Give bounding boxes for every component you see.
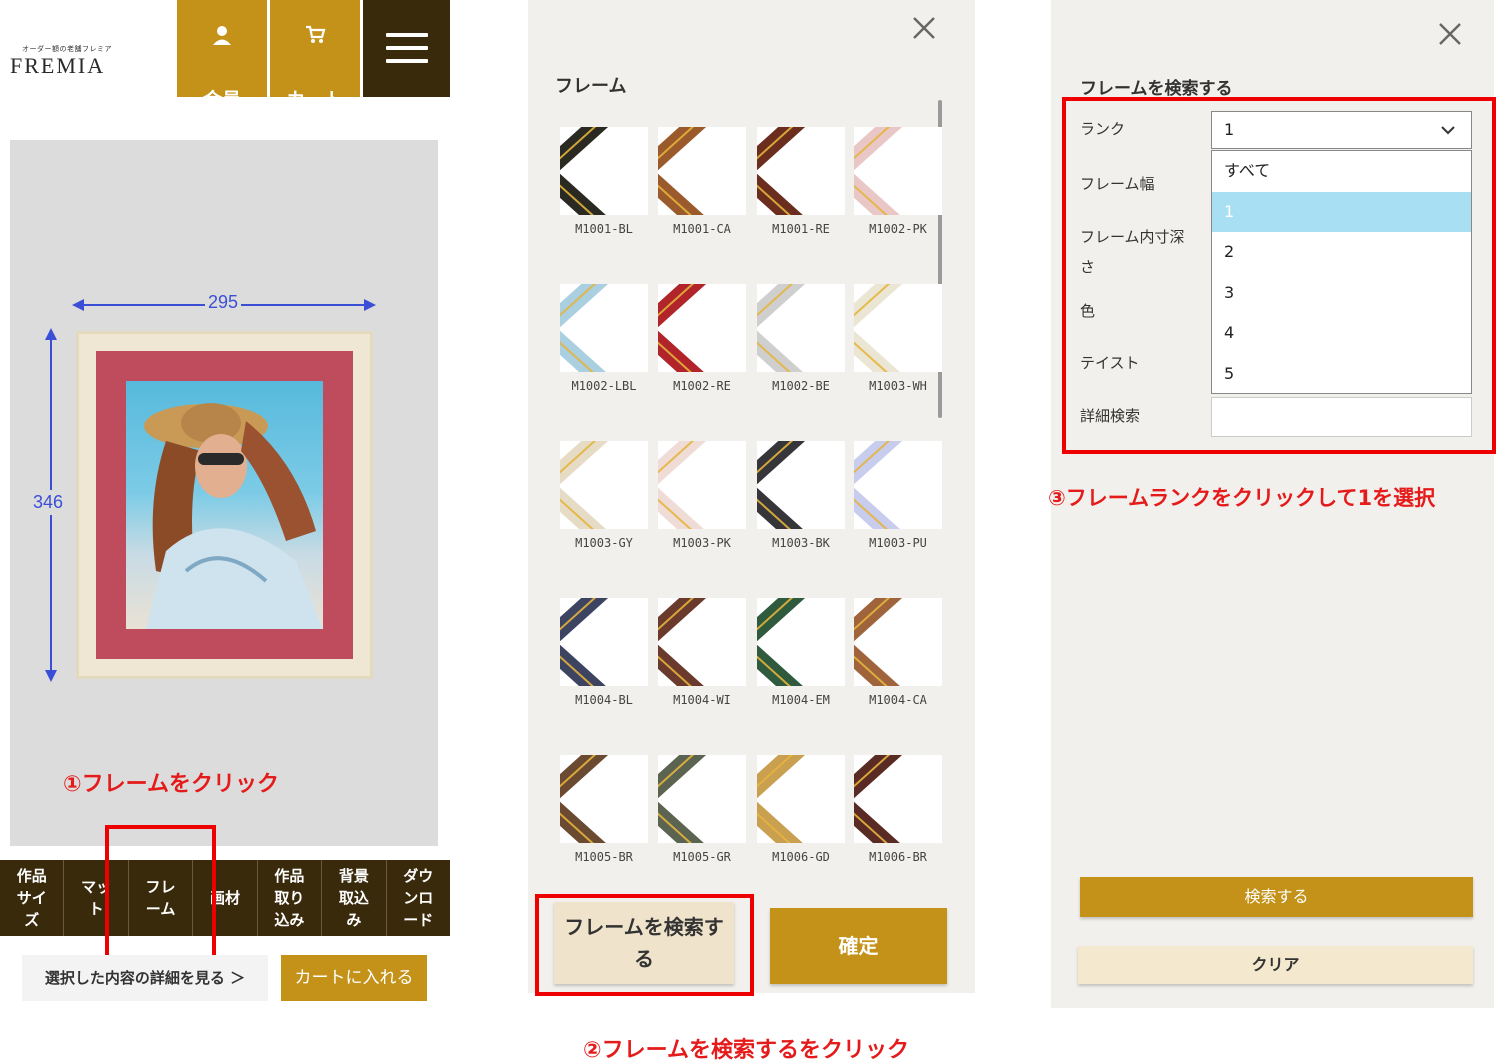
frame-thumbnail[interactable]: [757, 755, 845, 843]
frame-code-label: M1001-CA: [673, 222, 731, 236]
frame-code-label: M1002-BE: [772, 379, 830, 393]
rank-label: ランク: [1080, 120, 1126, 138]
member-page-button[interactable]: 会員 ページ: [177, 0, 267, 140]
view-details-link[interactable]: 選択した内容の詳細を見る ＞: [22, 955, 268, 1001]
frame-thumbnail[interactable]: [854, 755, 942, 843]
frame-thumbnail[interactable]: [658, 284, 746, 372]
frame-thumbnail[interactable]: [560, 441, 648, 529]
close-icon[interactable]: [1436, 20, 1464, 56]
frame-code-label: M1005-GR: [673, 850, 731, 864]
frame-code-label: M1004-CA: [869, 693, 927, 707]
frame-code-label: M1003-PK: [673, 536, 731, 550]
frame-panel-title: フレーム: [555, 76, 627, 97]
frame-thumbnail[interactable]: [658, 755, 746, 843]
frame-thumbnail[interactable]: [658, 598, 746, 686]
height-value: 346: [33, 490, 64, 515]
frame-code-label: M1004-EM: [772, 693, 830, 707]
frame-code-label: M1004-BL: [575, 693, 633, 707]
annotation-step-3: ③フレームランクをクリックして1を選択: [1048, 486, 1436, 510]
frame-code-label: M1002-LBL: [571, 379, 637, 393]
rank-select-value: 1: [1224, 120, 1235, 139]
tab-import-background[interactable]: 背景 取込 み: [322, 860, 387, 936]
view-cart-label: カート を見る: [286, 89, 344, 140]
frame-thumbnail[interactable]: [560, 598, 648, 686]
logo[interactable]: FREMIA: [10, 53, 105, 79]
frame-thumbnail[interactable]: [854, 441, 942, 529]
frame-thumbnail[interactable]: [560, 755, 648, 843]
confirm-button[interactable]: 確定: [770, 908, 947, 984]
frame-thumbnail[interactable]: [757, 127, 845, 215]
close-icon[interactable]: [910, 14, 938, 50]
frame-code-label: M1003-WH: [869, 379, 927, 393]
frame-width-label: フレーム幅: [1080, 175, 1155, 193]
frame-code-label: M1004-WI: [673, 693, 731, 707]
view-cart-button[interactable]: カート を見る: [270, 0, 360, 140]
detail-search-input[interactable]: [1211, 397, 1472, 437]
frame-code-label: M1003-BK: [772, 536, 830, 550]
frame-code-label: M1001-RE: [772, 222, 830, 236]
rank-option-4[interactable]: 4: [1212, 313, 1471, 354]
frame-thumbnail[interactable]: [757, 598, 845, 686]
width-value: 295: [205, 292, 242, 313]
member-page-label: 会員 ページ: [193, 89, 251, 140]
frame-code-label: M1002-RE: [673, 379, 731, 393]
frame-code-label: M1006-GD: [772, 850, 830, 864]
artwork-photo: [126, 381, 323, 629]
search-frames-button[interactable]: フレームを検索す る: [554, 902, 734, 984]
frame-thumbnail[interactable]: [560, 127, 648, 215]
tab-artwork-size[interactable]: 作品 サイ ズ: [0, 860, 65, 936]
taste-label: テイスト: [1080, 354, 1140, 372]
hamburger-menu-button[interactable]: [363, 0, 450, 97]
frame-thumbnail[interactable]: [658, 441, 746, 529]
detail-search-label: 詳細検索: [1080, 407, 1141, 425]
rank-option-5[interactable]: 5: [1212, 354, 1471, 395]
add-to-cart-button[interactable]: カートに入れる: [281, 955, 427, 1001]
frame-thumbnail[interactable]: [757, 284, 845, 372]
editor-tab-bar: 作品 サイ ズ マッ ト フレ ーム 画材 作品 取り 込み 背景 取込 み ダ…: [0, 860, 450, 936]
rank-select[interactable]: 1: [1211, 111, 1472, 149]
frame-code-label: M1003-GY: [575, 536, 633, 550]
clear-button[interactable]: クリア: [1078, 946, 1473, 984]
frame-thumbnail[interactable]: [658, 127, 746, 215]
frame-thumbnail[interactable]: [854, 127, 942, 215]
frame-thumbnail[interactable]: [854, 284, 942, 372]
tab-download[interactable]: ダウ ンロ ード: [387, 860, 450, 936]
frame-code-label: M1002-PK: [869, 222, 927, 236]
cart-icon: [270, 2, 360, 50]
rank-option-2[interactable]: 2: [1212, 232, 1471, 273]
color-label: 色: [1080, 302, 1096, 320]
frame-thumbnail[interactable]: [560, 284, 648, 372]
frame-thumbnail[interactable]: [757, 441, 845, 529]
search-button[interactable]: 検索する: [1080, 877, 1473, 917]
frame-depth-label: フレーム内寸深 さ: [1080, 228, 1185, 276]
user-icon: [177, 2, 267, 52]
rank-dropdown-list: すべて 1 2 3 4 5: [1211, 150, 1472, 394]
frame-code-label: M1005-BR: [575, 850, 633, 864]
frame-thumbnail[interactable]: [854, 598, 942, 686]
rank-option-all[interactable]: すべて: [1212, 151, 1471, 192]
frame-code-label: M1006-BR: [869, 850, 927, 864]
hamburger-menu-icon: [386, 33, 428, 37]
search-panel-title: フレームを検索する: [1080, 79, 1233, 99]
frame-code-label: M1001-BL: [575, 222, 633, 236]
rank-option-3[interactable]: 3: [1212, 273, 1471, 314]
annotation-step-2: ②フレームを検索するをクリック: [583, 1038, 909, 1063]
highlight-frame-tab: [105, 825, 216, 965]
tab-import-artwork[interactable]: 作品 取り 込み: [258, 860, 323, 936]
annotation-step-1: ①フレームをクリック: [63, 772, 279, 797]
rank-option-1[interactable]: 1: [1212, 191, 1471, 233]
frame-code-label: M1003-PU: [869, 536, 927, 550]
